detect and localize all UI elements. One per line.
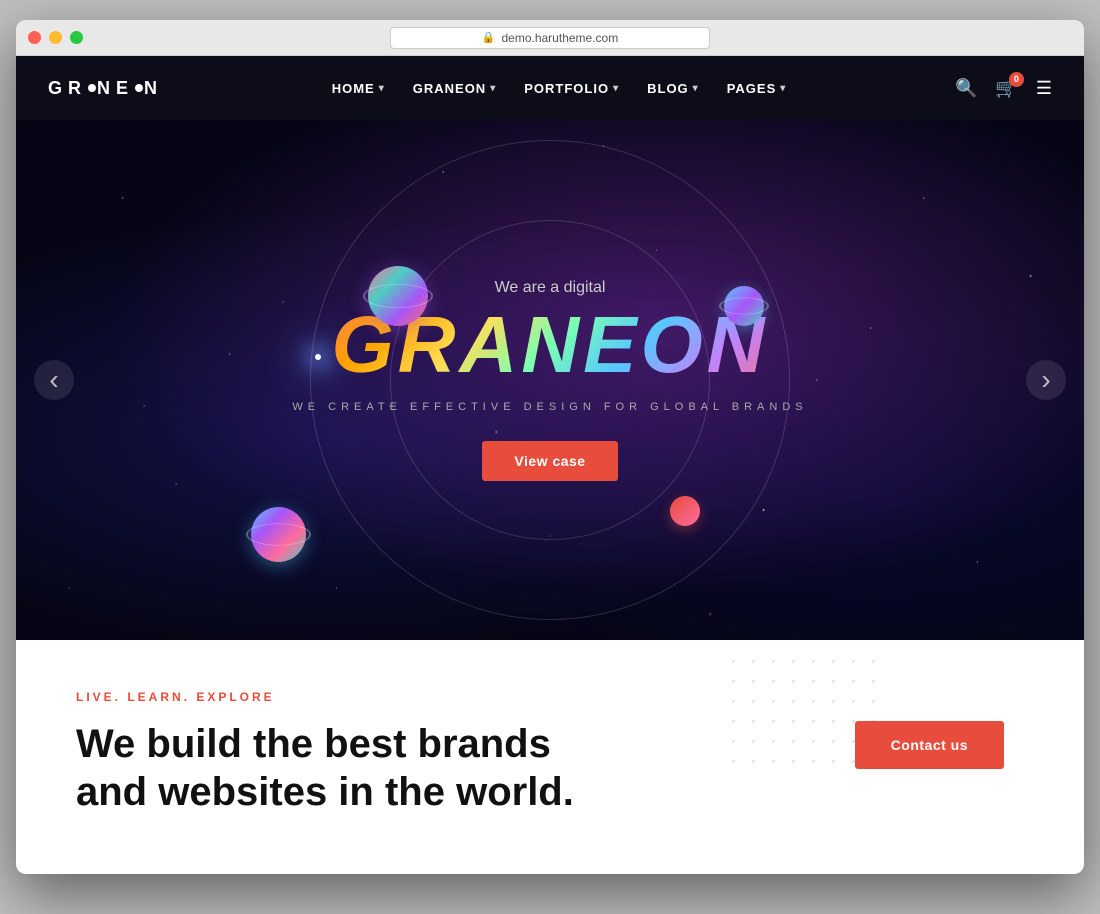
dot-grid-dot bbox=[752, 720, 755, 723]
nav-icons: 🔍 🛒 0 ☰ bbox=[955, 78, 1052, 99]
close-button[interactable] bbox=[28, 31, 41, 44]
dot-grid-dot bbox=[852, 660, 855, 663]
mac-window-buttons bbox=[28, 31, 83, 44]
planet-bottom-right bbox=[670, 496, 700, 526]
dot-grid-dot bbox=[732, 720, 735, 723]
dot-grid-dot bbox=[872, 700, 875, 703]
dot-grid-dot bbox=[792, 680, 795, 683]
dot-grid-dot bbox=[752, 740, 755, 743]
dot-grid-dot bbox=[732, 740, 735, 743]
dot-grid-dot bbox=[772, 680, 775, 683]
site-logo[interactable]: GRNEN bbox=[48, 78, 163, 99]
dot-grid-dot bbox=[852, 700, 855, 703]
menu-icon[interactable]: ☰ bbox=[1036, 78, 1052, 99]
dot-grid-dot bbox=[832, 700, 835, 703]
dot-grid-dot bbox=[832, 760, 835, 763]
dot-grid-dot bbox=[752, 680, 755, 683]
cart-badge: 0 bbox=[1009, 72, 1024, 87]
dot-grid-dot bbox=[812, 700, 815, 703]
lock-icon: 🔒 bbox=[482, 31, 496, 44]
dot-grid-dot bbox=[752, 760, 755, 763]
dot-grid-dot bbox=[772, 740, 775, 743]
navbar: GRNEN HOME ▾ GRANEON ▾ PORTFOLIO ▾ BLOG … bbox=[16, 56, 1084, 120]
dot-grid-dot bbox=[752, 660, 755, 663]
mac-titlebar: 🔒 demo.harutheme.com bbox=[16, 20, 1084, 56]
nav-menu: HOME ▾ GRANEON ▾ PORTFOLIO ▾ BLOG ▾ PAGE… bbox=[332, 81, 787, 96]
dot-grid-dot bbox=[792, 700, 795, 703]
below-fold-section: LIVE. LEARN. EXPLORE We build the best b… bbox=[16, 640, 1084, 850]
dot-grid-dot bbox=[812, 680, 815, 683]
dot-grid-dot bbox=[772, 760, 775, 763]
dot-grid-dot bbox=[732, 680, 735, 683]
dot-grid-dot bbox=[792, 660, 795, 663]
address-bar[interactable]: 🔒 demo.harutheme.com bbox=[390, 27, 710, 49]
nav-item-graneon[interactable]: GRANEON ▾ bbox=[413, 81, 496, 96]
website-content: GRNEN HOME ▾ GRANEON ▾ PORTFOLIO ▾ BLOG … bbox=[16, 56, 1084, 874]
dot-grid-dot bbox=[832, 660, 835, 663]
slider-prev-button[interactable]: ‹ bbox=[34, 360, 74, 400]
dot-grid-dot bbox=[772, 720, 775, 723]
dot-grid-dot bbox=[812, 760, 815, 763]
dot-grid-dot bbox=[732, 700, 735, 703]
search-icon[interactable]: 🔍 bbox=[955, 78, 977, 99]
nav-item-blog[interactable]: BLOG ▾ bbox=[647, 81, 699, 96]
chevron-down-icon: ▾ bbox=[490, 83, 496, 94]
hero-cta-button[interactable]: View case bbox=[482, 441, 617, 481]
dot-grid-dot bbox=[732, 760, 735, 763]
nav-item-pages[interactable]: PAGES ▾ bbox=[727, 81, 787, 96]
chevron-down-icon: ▾ bbox=[780, 83, 786, 94]
chevron-down-icon: ▾ bbox=[379, 83, 385, 94]
hero-section: ‹ › We are a digital GRANEON WE CREATE E… bbox=[16, 120, 1084, 640]
dot-grid-dot bbox=[812, 720, 815, 723]
dot-grid-dot bbox=[832, 720, 835, 723]
chevron-down-icon: ▾ bbox=[613, 83, 619, 94]
dot-grid-dot bbox=[772, 700, 775, 703]
dot-grid-dot bbox=[812, 740, 815, 743]
minimize-button[interactable] bbox=[49, 31, 62, 44]
dot-grid-dot bbox=[752, 700, 755, 703]
dot-grid-dot bbox=[772, 660, 775, 663]
logo-dot-2 bbox=[135, 84, 143, 92]
mac-window: 🔒 demo.harutheme.com GRNEN HOME ▾ GRANEO… bbox=[16, 20, 1084, 874]
chevron-down-icon: ▾ bbox=[693, 83, 699, 94]
planet-top-left bbox=[368, 266, 428, 326]
dot-grid-dot bbox=[832, 740, 835, 743]
dot-grid-dot bbox=[792, 760, 795, 763]
planet-bottom-left bbox=[251, 507, 306, 562]
dot-grid-dot bbox=[732, 660, 735, 663]
planet-top-right bbox=[724, 286, 764, 326]
dot-grid-dot bbox=[792, 740, 795, 743]
dot-grid-dot bbox=[832, 680, 835, 683]
url-text: demo.harutheme.com bbox=[501, 31, 618, 45]
cart-icon[interactable]: 🛒 0 bbox=[995, 78, 1017, 99]
dot-grid-dot bbox=[852, 680, 855, 683]
nav-item-portfolio[interactable]: PORTFOLIO ▾ bbox=[524, 81, 619, 96]
nav-item-home[interactable]: HOME ▾ bbox=[332, 81, 385, 96]
dot-grid-dot bbox=[792, 720, 795, 723]
logo-dot bbox=[88, 84, 96, 92]
section-headline: We build the best brands and websites in… bbox=[76, 720, 576, 816]
contact-us-button[interactable]: Contact us bbox=[855, 721, 1004, 769]
dot-grid-dot bbox=[872, 680, 875, 683]
slider-next-button[interactable]: › bbox=[1026, 360, 1066, 400]
hero-tagline: WE CREATE EFFECTIVE DESIGN FOR GLOBAL BR… bbox=[292, 401, 807, 413]
dot-grid-dot bbox=[872, 660, 875, 663]
dot-grid-dot bbox=[812, 660, 815, 663]
maximize-button[interactable] bbox=[70, 31, 83, 44]
